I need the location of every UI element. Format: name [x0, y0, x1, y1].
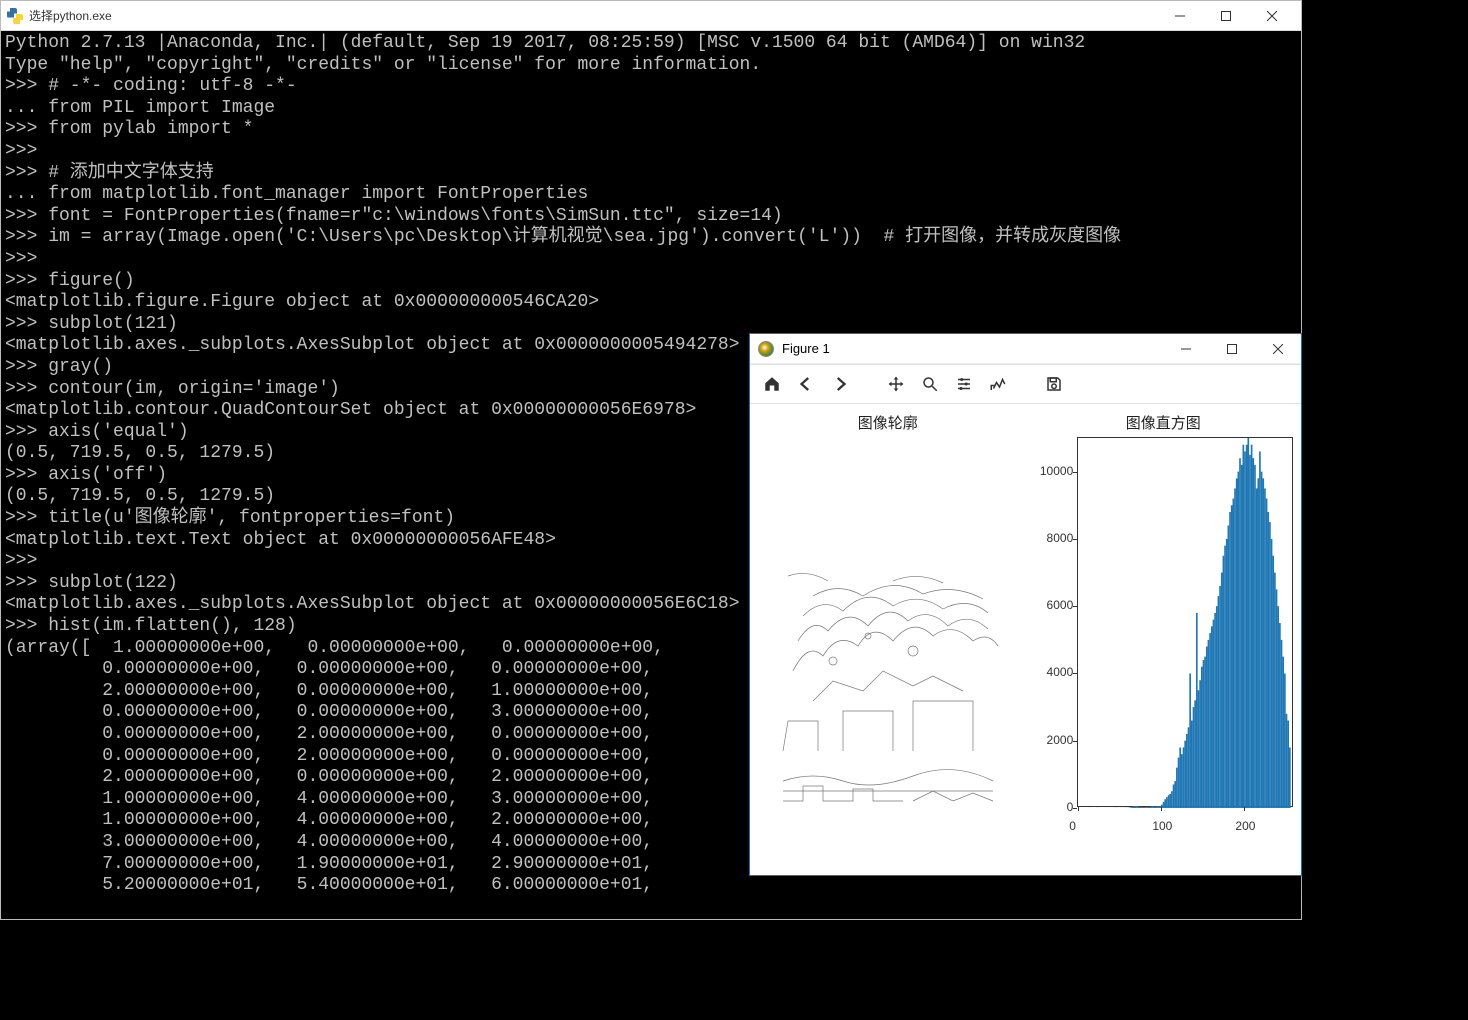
subplot-contour: 图像轮廓 — [750, 404, 1026, 875]
console-title: 选择python.exe — [29, 7, 1157, 24]
maximize-button[interactable] — [1203, 1, 1249, 30]
histogram-area: 0 2000 4000 6000 8000 10000 0 100 200 — [1033, 437, 1293, 847]
edit-icon[interactable] — [982, 368, 1014, 400]
figure-window-controls — [1163, 334, 1301, 363]
figure-maximize-button[interactable] — [1209, 334, 1255, 363]
pan-icon[interactable] — [880, 368, 912, 400]
back-icon[interactable] — [790, 368, 822, 400]
subplot-histogram: 图像直方图 0 2000 4000 6000 8000 10000 0 100 200 — [1026, 404, 1302, 875]
histogram-ytick-label: 2000 — [1035, 733, 1073, 747]
minimize-button[interactable] — [1157, 1, 1203, 30]
home-icon[interactable] — [756, 368, 788, 400]
configure-icon[interactable] — [948, 368, 980, 400]
histogram-xtick-label: 200 — [1235, 819, 1255, 833]
forward-icon[interactable] — [824, 368, 856, 400]
python-icon — [7, 8, 23, 24]
histogram-ytick-label: 8000 — [1035, 531, 1073, 545]
histogram-xtick-label: 100 — [1152, 819, 1172, 833]
histogram-xtick-label: 0 — [1069, 819, 1076, 833]
window-controls — [1157, 1, 1295, 30]
figure-canvas[interactable]: 图像轮廓 — [750, 404, 1301, 875]
histogram-ytick-label: 4000 — [1035, 665, 1073, 679]
matplotlib-icon — [758, 341, 774, 357]
histogram-ytick-label: 6000 — [1035, 598, 1073, 612]
histogram-plot — [1077, 437, 1293, 807]
zoom-icon[interactable] — [914, 368, 946, 400]
save-icon[interactable] — [1038, 368, 1070, 400]
histogram-ytick-label: 0 — [1035, 800, 1073, 814]
figure-titlebar[interactable]: Figure 1 — [750, 334, 1301, 364]
contour-title: 图像轮廓 — [858, 412, 918, 433]
histogram-title: 图像直方图 — [1126, 412, 1201, 433]
figure-toolbar — [750, 364, 1301, 404]
histogram-ytick-label: 10000 — [1035, 464, 1073, 478]
figure-title: Figure 1 — [782, 341, 1163, 356]
figure-close-button[interactable] — [1255, 334, 1301, 363]
console-titlebar[interactable]: 选择python.exe — [1, 1, 1301, 31]
figure-minimize-button[interactable] — [1163, 334, 1209, 363]
close-button[interactable] — [1249, 1, 1295, 30]
contour-image — [773, 441, 1003, 831]
figure-window: Figure 1 — [749, 333, 1302, 876]
